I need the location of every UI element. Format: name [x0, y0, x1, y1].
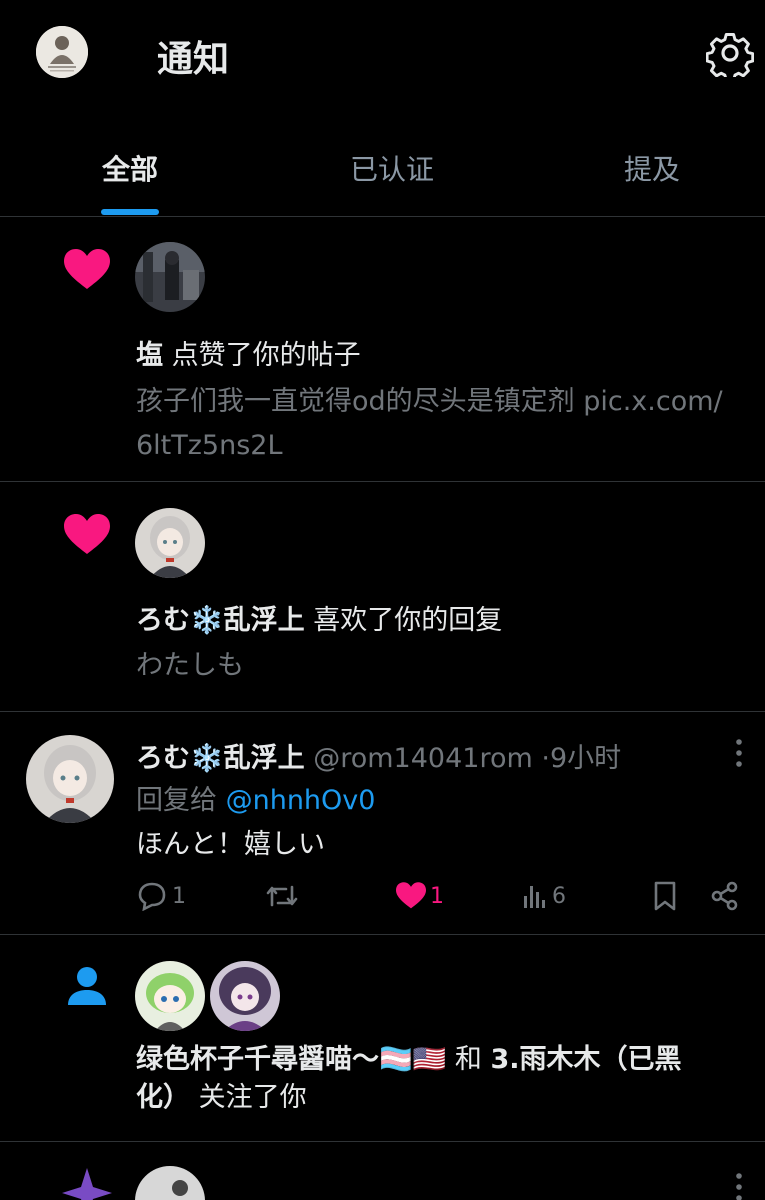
follow-line-1: 绿色杯子千尋醤喵～🏳️‍⚧️🇺🇸 和 3.雨木木（已黑	[136, 1041, 746, 1079]
gear-icon[interactable]	[705, 29, 755, 82]
notification-action: 喜欢了你的回复	[313, 605, 503, 636]
user-name[interactable]: ろむ❄️乱浮上	[136, 605, 305, 636]
tab-all[interactable]: 全部	[90, 148, 170, 188]
avatar[interactable]	[135, 961, 205, 1031]
reply-to-label: 回复给	[136, 785, 217, 816]
heart-icon	[64, 249, 110, 291]
post-preview-line: 孩子们我一直觉得od的尽头是镇定剂 pic.x.com/	[136, 386, 723, 417]
person-icon	[66, 965, 108, 1011]
notification-title: 塩 点赞了你的帖子	[136, 333, 361, 372]
avatar[interactable]	[135, 242, 205, 312]
post-preview-line: 6ltTz5ns2L	[136, 430, 283, 461]
profile-avatar[interactable]	[36, 26, 88, 78]
user-name[interactable]: 塩	[136, 340, 163, 371]
notification-action: 关注了你	[198, 1082, 307, 1113]
user-name[interactable]: ろむ❄️乱浮上	[136, 743, 305, 774]
active-tab-indicator	[101, 209, 159, 215]
more-options-icon[interactable]	[734, 738, 744, 768]
more-options-icon[interactable]	[734, 1172, 744, 1200]
user-name-cont[interactable]: 化）	[136, 1082, 190, 1113]
reply-button[interactable]: 1	[136, 879, 186, 913]
separator-dot: ·	[541, 743, 550, 774]
top-bar: 通知	[0, 0, 765, 110]
avatar[interactable]	[135, 508, 205, 578]
heart-icon	[64, 514, 110, 556]
user-name[interactable]: 绿色杯子千尋醤喵～🏳️‍⚧️🇺🇸	[136, 1044, 446, 1075]
post-text: ほんと！嬉しい	[136, 829, 325, 860]
notification-action: 点赞了你的帖子	[171, 340, 361, 371]
reply-count: 1	[172, 883, 186, 909]
reply-post[interactable]: ろむ❄️乱浮上 @rom14041rom ·9小时 回复给 @nhnhOv0 ほ…	[0, 712, 765, 934]
share-icon[interactable]	[710, 879, 740, 913]
follow-text: 绿色杯子千尋醤喵～🏳️‍⚧️🇺🇸 和 3.雨木木（已黑 化） 关注了你	[136, 1041, 746, 1117]
like-count: 1	[430, 883, 444, 909]
tab-mentions[interactable]: 提及	[612, 148, 692, 188]
views-button[interactable]: 6	[522, 879, 566, 913]
avatar[interactable]	[26, 735, 114, 823]
notification-item[interactable]	[0, 1142, 765, 1200]
post-header: ろむ❄️乱浮上 @rom14041rom ·9小时	[136, 736, 621, 775]
notification-item[interactable]: 绿色杯子千尋醤喵～🏳️‍⚧️🇺🇸 和 3.雨木木（已黑 化） 关注了你	[0, 935, 765, 1141]
repost-button[interactable]	[264, 879, 300, 913]
post-preview: 孩子们我一直觉得od的尽头是镇定剂 pic.x.com/ 6ltTz5ns2L	[136, 380, 756, 468]
page-title: 通知	[157, 39, 230, 80]
notification-item[interactable]: 塩 点赞了你的帖子 孩子们我一直觉得od的尽头是镇定剂 pic.x.com/ 6…	[0, 217, 765, 481]
follow-line-2: 化） 关注了你	[136, 1079, 746, 1117]
notification-title: ろむ❄️乱浮上 喜欢了你的回复	[136, 598, 502, 637]
star-icon	[62, 1168, 112, 1200]
views-count: 6	[552, 883, 566, 909]
avatar[interactable]	[135, 1166, 205, 1200]
post-time: 9小时	[549, 743, 622, 774]
bookmark-icon[interactable]	[652, 879, 678, 913]
reply-preview: わたしも	[136, 650, 244, 681]
reply-to-handle[interactable]: @nhnhOv0	[226, 785, 376, 816]
tab-verified[interactable]: 已认证	[340, 148, 444, 188]
reply-to: 回复给 @nhnhOv0	[136, 778, 375, 817]
joiner: 和	[454, 1044, 482, 1075]
notification-item[interactable]: ろむ❄️乱浮上 喜欢了你的回复 わたしも	[0, 482, 765, 711]
avatar[interactable]	[210, 961, 280, 1031]
user-handle[interactable]: @rom14041rom	[313, 743, 533, 774]
user-name[interactable]: 3.雨木木（已黑	[490, 1044, 681, 1075]
like-button[interactable]: 1	[396, 879, 444, 913]
